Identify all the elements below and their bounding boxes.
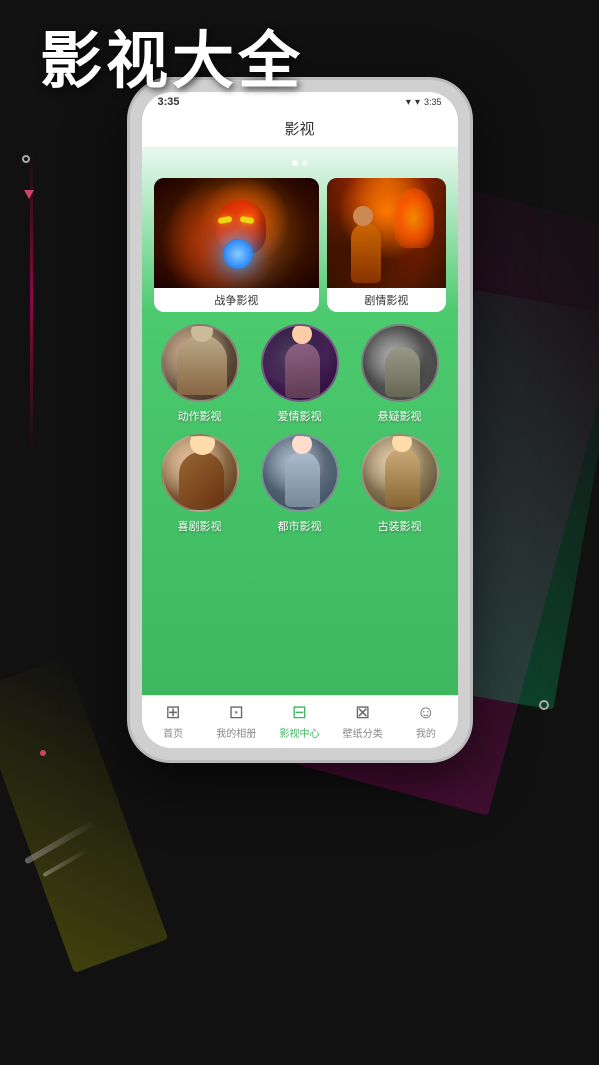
mine-label: 我的 bbox=[416, 725, 436, 740]
bg-dot-3 bbox=[40, 750, 46, 756]
mine-icon: ☺ bbox=[417, 702, 435, 723]
home-icon: ⊞ bbox=[166, 702, 181, 723]
action-figure-body bbox=[177, 335, 227, 395]
war-card-label: 战争影视 bbox=[154, 288, 320, 312]
bg-triangle bbox=[24, 190, 34, 199]
category-action[interactable]: 动作影视 bbox=[154, 324, 246, 424]
ironman-glow bbox=[223, 239, 253, 269]
status-icons: ▾ ▾ 3:35 bbox=[406, 97, 442, 108]
suspense-figure bbox=[385, 347, 420, 397]
main-title: 影视大全 bbox=[40, 10, 304, 100]
bg-dot-2 bbox=[539, 700, 549, 710]
comedy-label: 喜剧影视 bbox=[178, 518, 222, 534]
bottom-nav: ⊞ 首页 ⊡ 我的相册 ⊟ 影视中心 ⊠ 壁纸分类 ☺ 我的 bbox=[142, 695, 458, 748]
ancient-circle bbox=[361, 434, 439, 512]
romance-circle bbox=[261, 324, 339, 402]
nav-home[interactable]: ⊞ 首页 bbox=[148, 702, 198, 740]
bg-dot-circle bbox=[22, 155, 30, 163]
content-area: 战争影视 剧情影视 bbox=[142, 148, 458, 695]
wallpaper-label: 壁纸分类 bbox=[343, 725, 383, 740]
category-suspense[interactable]: 悬疑影视 bbox=[354, 324, 446, 424]
home-label: 首页 bbox=[163, 725, 183, 740]
dot-1 bbox=[292, 160, 298, 166]
ancient-label: 古装影视 bbox=[378, 518, 422, 534]
action-circle bbox=[161, 324, 239, 402]
comedy-circle bbox=[161, 434, 239, 512]
urban-figure-head bbox=[292, 434, 312, 454]
app-header: 影视 bbox=[142, 112, 458, 148]
category-urban[interactable]: 都市影视 bbox=[254, 434, 346, 534]
suspense-label: 悬疑影视 bbox=[378, 408, 422, 424]
category-romance[interactable]: 爱情影视 bbox=[254, 324, 346, 424]
war-card-image bbox=[154, 178, 320, 288]
screen-title: 影视 bbox=[284, 121, 314, 138]
aladdin-fire bbox=[394, 188, 434, 248]
category-ancient[interactable]: 古装影视 bbox=[354, 434, 446, 534]
romance-figure-body bbox=[285, 343, 320, 398]
romance-figure-head bbox=[292, 324, 312, 344]
phone-screen: 3:35 ▾ ▾ 3:35 影视 bbox=[142, 92, 458, 748]
suspense-circle bbox=[361, 324, 439, 402]
phone-frame: 3:35 ▾ ▾ 3:35 影视 bbox=[130, 80, 470, 760]
wifi-icon: ▾ bbox=[415, 97, 420, 108]
drama-card-label: 剧情影视 bbox=[327, 288, 445, 312]
urban-label: 都市影视 bbox=[278, 518, 322, 534]
drama-movies-card[interactable]: 剧情影视 bbox=[327, 178, 445, 312]
wallpaper-icon: ⊠ bbox=[355, 702, 370, 723]
ancient-figure-body bbox=[385, 449, 420, 507]
dots-indicator bbox=[154, 160, 446, 166]
category-comedy[interactable]: 喜剧影视 bbox=[154, 434, 246, 534]
aladdin-head bbox=[353, 206, 373, 226]
war-movies-card[interactable]: 战争影视 bbox=[154, 178, 320, 312]
nav-mine[interactable]: ☺ 我的 bbox=[401, 702, 451, 740]
movies-label: 影视中心 bbox=[279, 725, 319, 740]
categories-grid: 动作影视 爱情影视 悬疑影视 bbox=[154, 324, 446, 534]
movies-icon: ⊟ bbox=[292, 702, 307, 723]
aladdin-figure bbox=[351, 223, 381, 283]
comedy-figure-body bbox=[179, 452, 224, 507]
battery-icon: 3:35 bbox=[424, 97, 442, 107]
nav-wallpaper[interactable]: ⊠ 壁纸分类 bbox=[338, 702, 388, 740]
dot-2 bbox=[302, 160, 308, 166]
album-icon: ⊡ bbox=[229, 702, 244, 723]
nav-album[interactable]: ⊡ 我的相册 bbox=[211, 702, 261, 740]
comedy-figure-head bbox=[190, 434, 215, 455]
album-label: 我的相册 bbox=[216, 725, 256, 740]
action-label: 动作影视 bbox=[178, 408, 222, 424]
signal-icon: ▾ bbox=[406, 97, 411, 108]
drama-card-image bbox=[327, 178, 445, 288]
urban-figure-body bbox=[285, 452, 320, 507]
romance-label: 爱情影视 bbox=[278, 408, 322, 424]
nav-movies[interactable]: ⊟ 影视中心 bbox=[274, 702, 324, 740]
featured-row: 战争影视 剧情影视 bbox=[154, 178, 446, 312]
urban-circle bbox=[261, 434, 339, 512]
